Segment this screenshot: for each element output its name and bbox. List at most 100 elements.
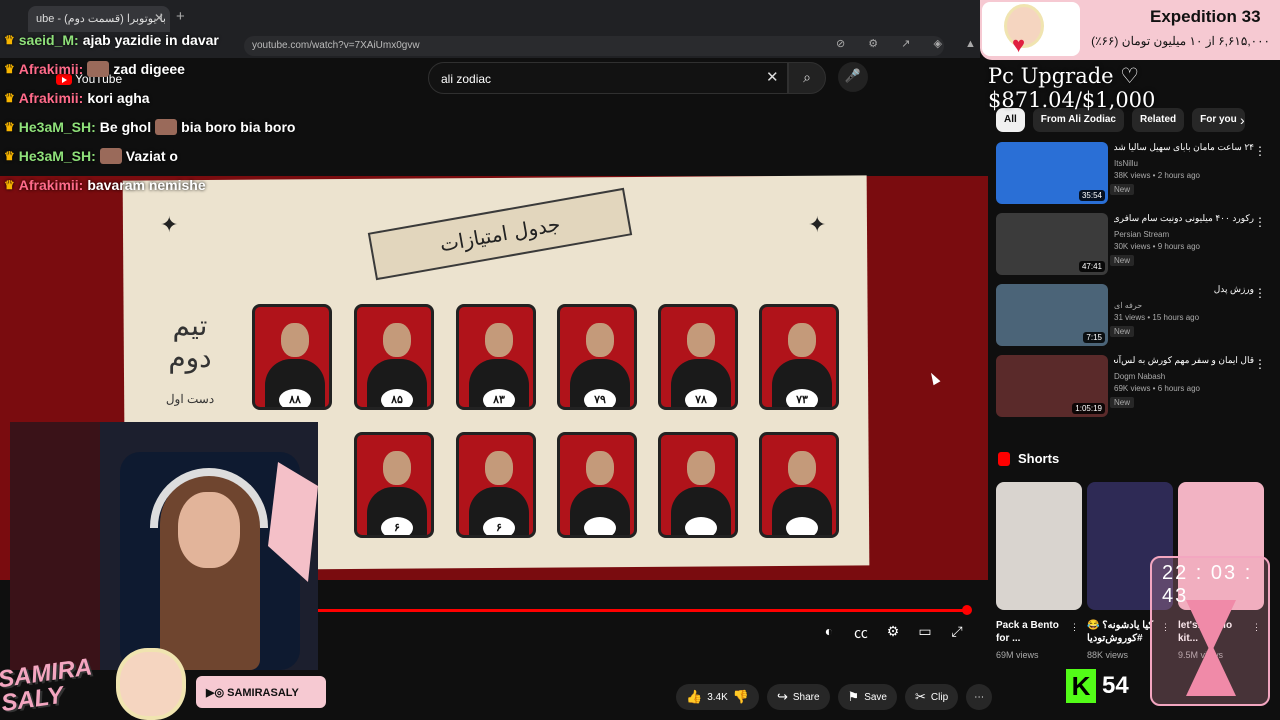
- clear-search-icon[interactable]: ✕: [766, 68, 779, 86]
- portrait-head: [687, 451, 715, 485]
- fullscreen-icon[interactable]: ⤢: [948, 623, 966, 643]
- pc-upgrade-goal: Pc Upgrade ♡ $871.04/$1,000: [988, 64, 1156, 112]
- team-label: تیم دوم: [168, 309, 212, 374]
- short-title[interactable]: کیا یادشونه؟ 😂 #کوروش‌تودیا: [1087, 619, 1157, 645]
- recommended-video[interactable]: 1:05:19 قال ایمان و سفر مهم کورش به لس‌آن…: [996, 355, 1268, 421]
- video-title[interactable]: ۲۴ ساعت مامان بابای سهیل سالیا شدیم 😂: [1114, 142, 1254, 153]
- christmas-tree: [10, 422, 100, 670]
- new-badge: New: [1110, 397, 1135, 408]
- video-meta: 30K views • 9 hours ago: [1114, 242, 1200, 251]
- video-thumbnail[interactable]: 7:15: [996, 284, 1108, 346]
- chip-next-icon[interactable]: ›: [1240, 112, 1245, 128]
- settings-gear-icon[interactable]: ⚙: [884, 623, 902, 643]
- video-thumbnail[interactable]: 47:41: [996, 213, 1108, 275]
- chat-message: ♛ He3aM_SH: Vaziat o: [4, 148, 178, 164]
- video-title[interactable]: رکورد ۴۰۰ میلیونی دونیت سام سافری 😱 کایک…: [1114, 213, 1254, 224]
- shorts-title: Shorts: [1018, 451, 1060, 466]
- more-options-icon[interactable]: ⋮: [1070, 622, 1079, 633]
- channel-name[interactable]: Dogm Nabash: [1114, 372, 1165, 381]
- portrait-frame: ۸۳: [456, 304, 536, 410]
- clip-button[interactable]: ✂ Clip: [905, 684, 959, 710]
- browser-extension-icons[interactable]: ⊘ ⚙ ↗ ◈ ▲: [836, 37, 986, 50]
- portrait-score: ۶: [483, 517, 515, 535]
- share-button[interactable]: ↪ Share: [766, 684, 830, 710]
- channel-name[interactable]: ItsNillu: [1114, 159, 1138, 168]
- portrait-score: ۶: [381, 517, 413, 535]
- portrait-frame: ۶: [456, 432, 536, 538]
- new-badge: New: [1110, 255, 1135, 266]
- portrait-score: ۸۸: [279, 389, 311, 407]
- player-controls: ◐ ㏄ ⚙ ▭ ⤢: [820, 623, 966, 643]
- chat-text: Vaziat o: [125, 148, 178, 164]
- portrait-frame: [557, 432, 637, 538]
- short-views: 69M views: [996, 650, 1039, 660]
- theater-mode-icon[interactable]: ▭: [916, 623, 934, 643]
- portrait-score: ۷۸: [685, 389, 717, 407]
- browser-tab[interactable]: ube - مافیا با یوتوبرا (قسمت دوم) ✕: [28, 6, 170, 32]
- portrait-score: [584, 517, 616, 535]
- portrait-frame: [658, 432, 738, 538]
- search-icon: ⌕: [803, 69, 811, 85]
- portrait-score: ۷۳: [786, 389, 818, 407]
- video-meta: 38K views • 2 hours ago: [1114, 171, 1200, 180]
- save-label: Save: [864, 691, 887, 703]
- video-title[interactable]: ورزش پدل: [1114, 284, 1254, 295]
- portrait-head: [485, 323, 513, 357]
- portrait-score: ۸۵: [381, 389, 413, 407]
- chat-username: saeid_M:: [18, 32, 79, 48]
- channel-name[interactable]: حرفه ای: [1114, 301, 1142, 310]
- chat-username: Afrakimii:: [18, 177, 84, 193]
- tab-close-icon[interactable]: ✕: [154, 11, 164, 25]
- save-button[interactable]: ⚑ Save: [837, 684, 897, 710]
- emote-icon: [87, 61, 110, 77]
- crown-icon: ♛: [4, 33, 15, 47]
- mic-icon: 🎤: [844, 68, 862, 83]
- chat-message: ♛ saeid_M: ajab yazidie in davar: [4, 32, 219, 48]
- channel-name[interactable]: Persian Stream: [1114, 230, 1169, 239]
- more-options-icon[interactable]: ⋮: [1254, 144, 1266, 158]
- portrait-frame: ۷۳: [759, 304, 839, 410]
- video-duration: 7:15: [1083, 332, 1105, 343]
- recommended-video[interactable]: 47:41 رکورد ۴۰۰ میلیونی دونیت سام سافری 😱…: [996, 213, 1268, 279]
- chat-text: bavaram nemishe: [87, 177, 206, 193]
- bookmark-icon: ⚑: [847, 689, 860, 704]
- search-button[interactable]: ⌕: [788, 62, 826, 94]
- video-thumbnail[interactable]: 35:54: [996, 142, 1108, 204]
- portrait-frame: ۷۸: [658, 304, 738, 410]
- search-input[interactable]: ali zodiac: [428, 62, 788, 94]
- chat-text: bia boro bia boro: [181, 119, 296, 135]
- video-title[interactable]: قال ایمان و سفر مهم کورش به لس‌آنجلس! - …: [1114, 355, 1254, 366]
- captions-icon[interactable]: ㏄: [852, 623, 870, 643]
- progress-knob[interactable]: [962, 605, 972, 615]
- tab-title: ube - مافیا با یوتوبرا (قسمت دوم): [36, 13, 170, 25]
- star-icon: ✦: [160, 212, 179, 237]
- video-thumbnail[interactable]: 1:05:19: [996, 355, 1108, 417]
- more-options-icon[interactable]: ⋮: [1254, 286, 1266, 300]
- viewer-count: 54: [1102, 672, 1129, 699]
- more-options-icon[interactable]: ⋮: [1254, 357, 1266, 371]
- thumbs-down-icon[interactable]: 👎: [733, 689, 749, 705]
- chat-username: Afrakimii:: [18, 90, 84, 106]
- more-options-icon[interactable]: ⋮: [1254, 215, 1266, 229]
- like-button[interactable]: 👍 3.4K 👎: [676, 684, 759, 710]
- chat-username: He3aM_SH:: [18, 119, 96, 135]
- chat-message: ♛ Afrakimii: bavaram nemishe: [4, 177, 206, 193]
- new-tab-button[interactable]: +: [176, 8, 185, 25]
- portrait-score: [786, 517, 818, 535]
- like-count: 3.4K: [707, 691, 728, 703]
- portrait-head: [281, 323, 309, 357]
- recommended-video[interactable]: 7:15 ورزش پدل حرفه ای 31 views • 15 hours a…: [996, 284, 1268, 350]
- autoplay-toggle-icon[interactable]: ◐: [820, 623, 838, 643]
- shorts-header: Shorts: [998, 451, 1059, 466]
- recommended-video[interactable]: 35:54 ۲۴ ساعت مامان بابای سهیل سالیا شدیم…: [996, 142, 1268, 208]
- portrait-score: ۸۳: [483, 389, 515, 407]
- voice-search-button[interactable]: 🎤: [838, 62, 868, 92]
- short-title[interactable]: Pack a Bento for ...: [996, 619, 1066, 645]
- scissors-icon: ✂: [915, 689, 926, 704]
- more-actions-button[interactable]: ⋯: [966, 684, 993, 710]
- short-thumbnail[interactable]: [996, 482, 1082, 610]
- crown-icon: ♛: [4, 62, 15, 76]
- video-meta: 69K views • 6 hours ago: [1114, 384, 1200, 393]
- portrait-score: [685, 517, 717, 535]
- portrait-head: [383, 451, 411, 485]
